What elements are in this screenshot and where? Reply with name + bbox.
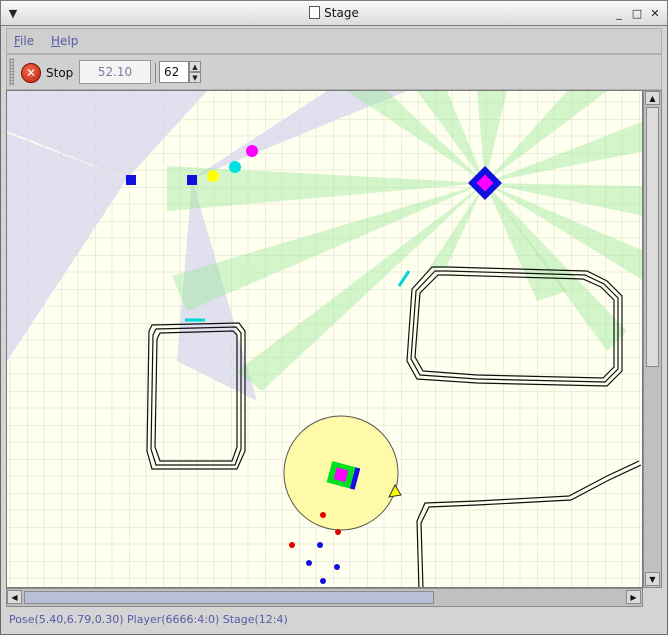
simulation-canvas[interactable] xyxy=(6,90,643,588)
simulation-time-display: 52.10 xyxy=(79,60,151,84)
toolbar-grip-handle[interactable] xyxy=(9,58,14,86)
minimize-icon[interactable]: _ xyxy=(611,5,627,21)
vertical-scrollbar[interactable]: ▲ ▼ xyxy=(643,90,662,588)
title-bar[interactable]: ▼ Stage _ □ ✕ xyxy=(0,0,668,26)
puck-robot[interactable] xyxy=(187,175,197,185)
menu-help-rest: elp xyxy=(60,34,79,48)
blob-yellow xyxy=(207,170,219,182)
menu-help[interactable]: Help xyxy=(51,34,78,48)
scroll-corner xyxy=(643,588,662,607)
window-title-area: Stage xyxy=(1,6,667,20)
document-icon xyxy=(309,6,321,19)
vertical-scroll-thumb[interactable] xyxy=(646,107,659,367)
stop-icon: ✕ xyxy=(21,63,41,83)
menu-file[interactable]: File xyxy=(14,34,34,48)
spinner-up-button[interactable]: ▲ xyxy=(189,61,201,72)
menu-file-rest: ile xyxy=(20,34,35,48)
horizontal-scroll-thumb[interactable] xyxy=(24,591,434,604)
scroll-up-button[interactable]: ▲ xyxy=(645,91,660,105)
world-view[interactable] xyxy=(7,91,643,588)
stop-label: Stop xyxy=(46,66,74,80)
status-bar: Pose(5.40,6.79,0.30) Player(6666:4:0) St… xyxy=(9,613,288,626)
close-icon[interactable]: ✕ xyxy=(647,5,663,21)
spinner-down-button[interactable]: ▼ xyxy=(189,72,201,83)
puck-robot[interactable] xyxy=(126,175,136,185)
toolbar: ✕ Stop 52.10 62 ▲ ▼ xyxy=(6,54,662,90)
blob-magenta xyxy=(246,145,258,157)
scroll-down-button[interactable]: ▼ xyxy=(645,572,660,586)
menu-bar: File Help xyxy=(6,28,662,54)
stop-button[interactable]: ✕ Stop xyxy=(21,60,73,86)
blob-cyan xyxy=(229,161,241,173)
horizontal-scrollbar[interactable]: ◀ ▶ xyxy=(6,588,643,607)
rate-spinner-input[interactable]: 62 xyxy=(159,61,189,83)
toolbar-separator xyxy=(155,63,156,83)
maximize-icon[interactable]: □ xyxy=(629,5,645,21)
window-title: Stage xyxy=(324,6,359,20)
scroll-right-button[interactable]: ▶ xyxy=(626,590,641,604)
scroll-left-button[interactable]: ◀ xyxy=(7,590,22,604)
